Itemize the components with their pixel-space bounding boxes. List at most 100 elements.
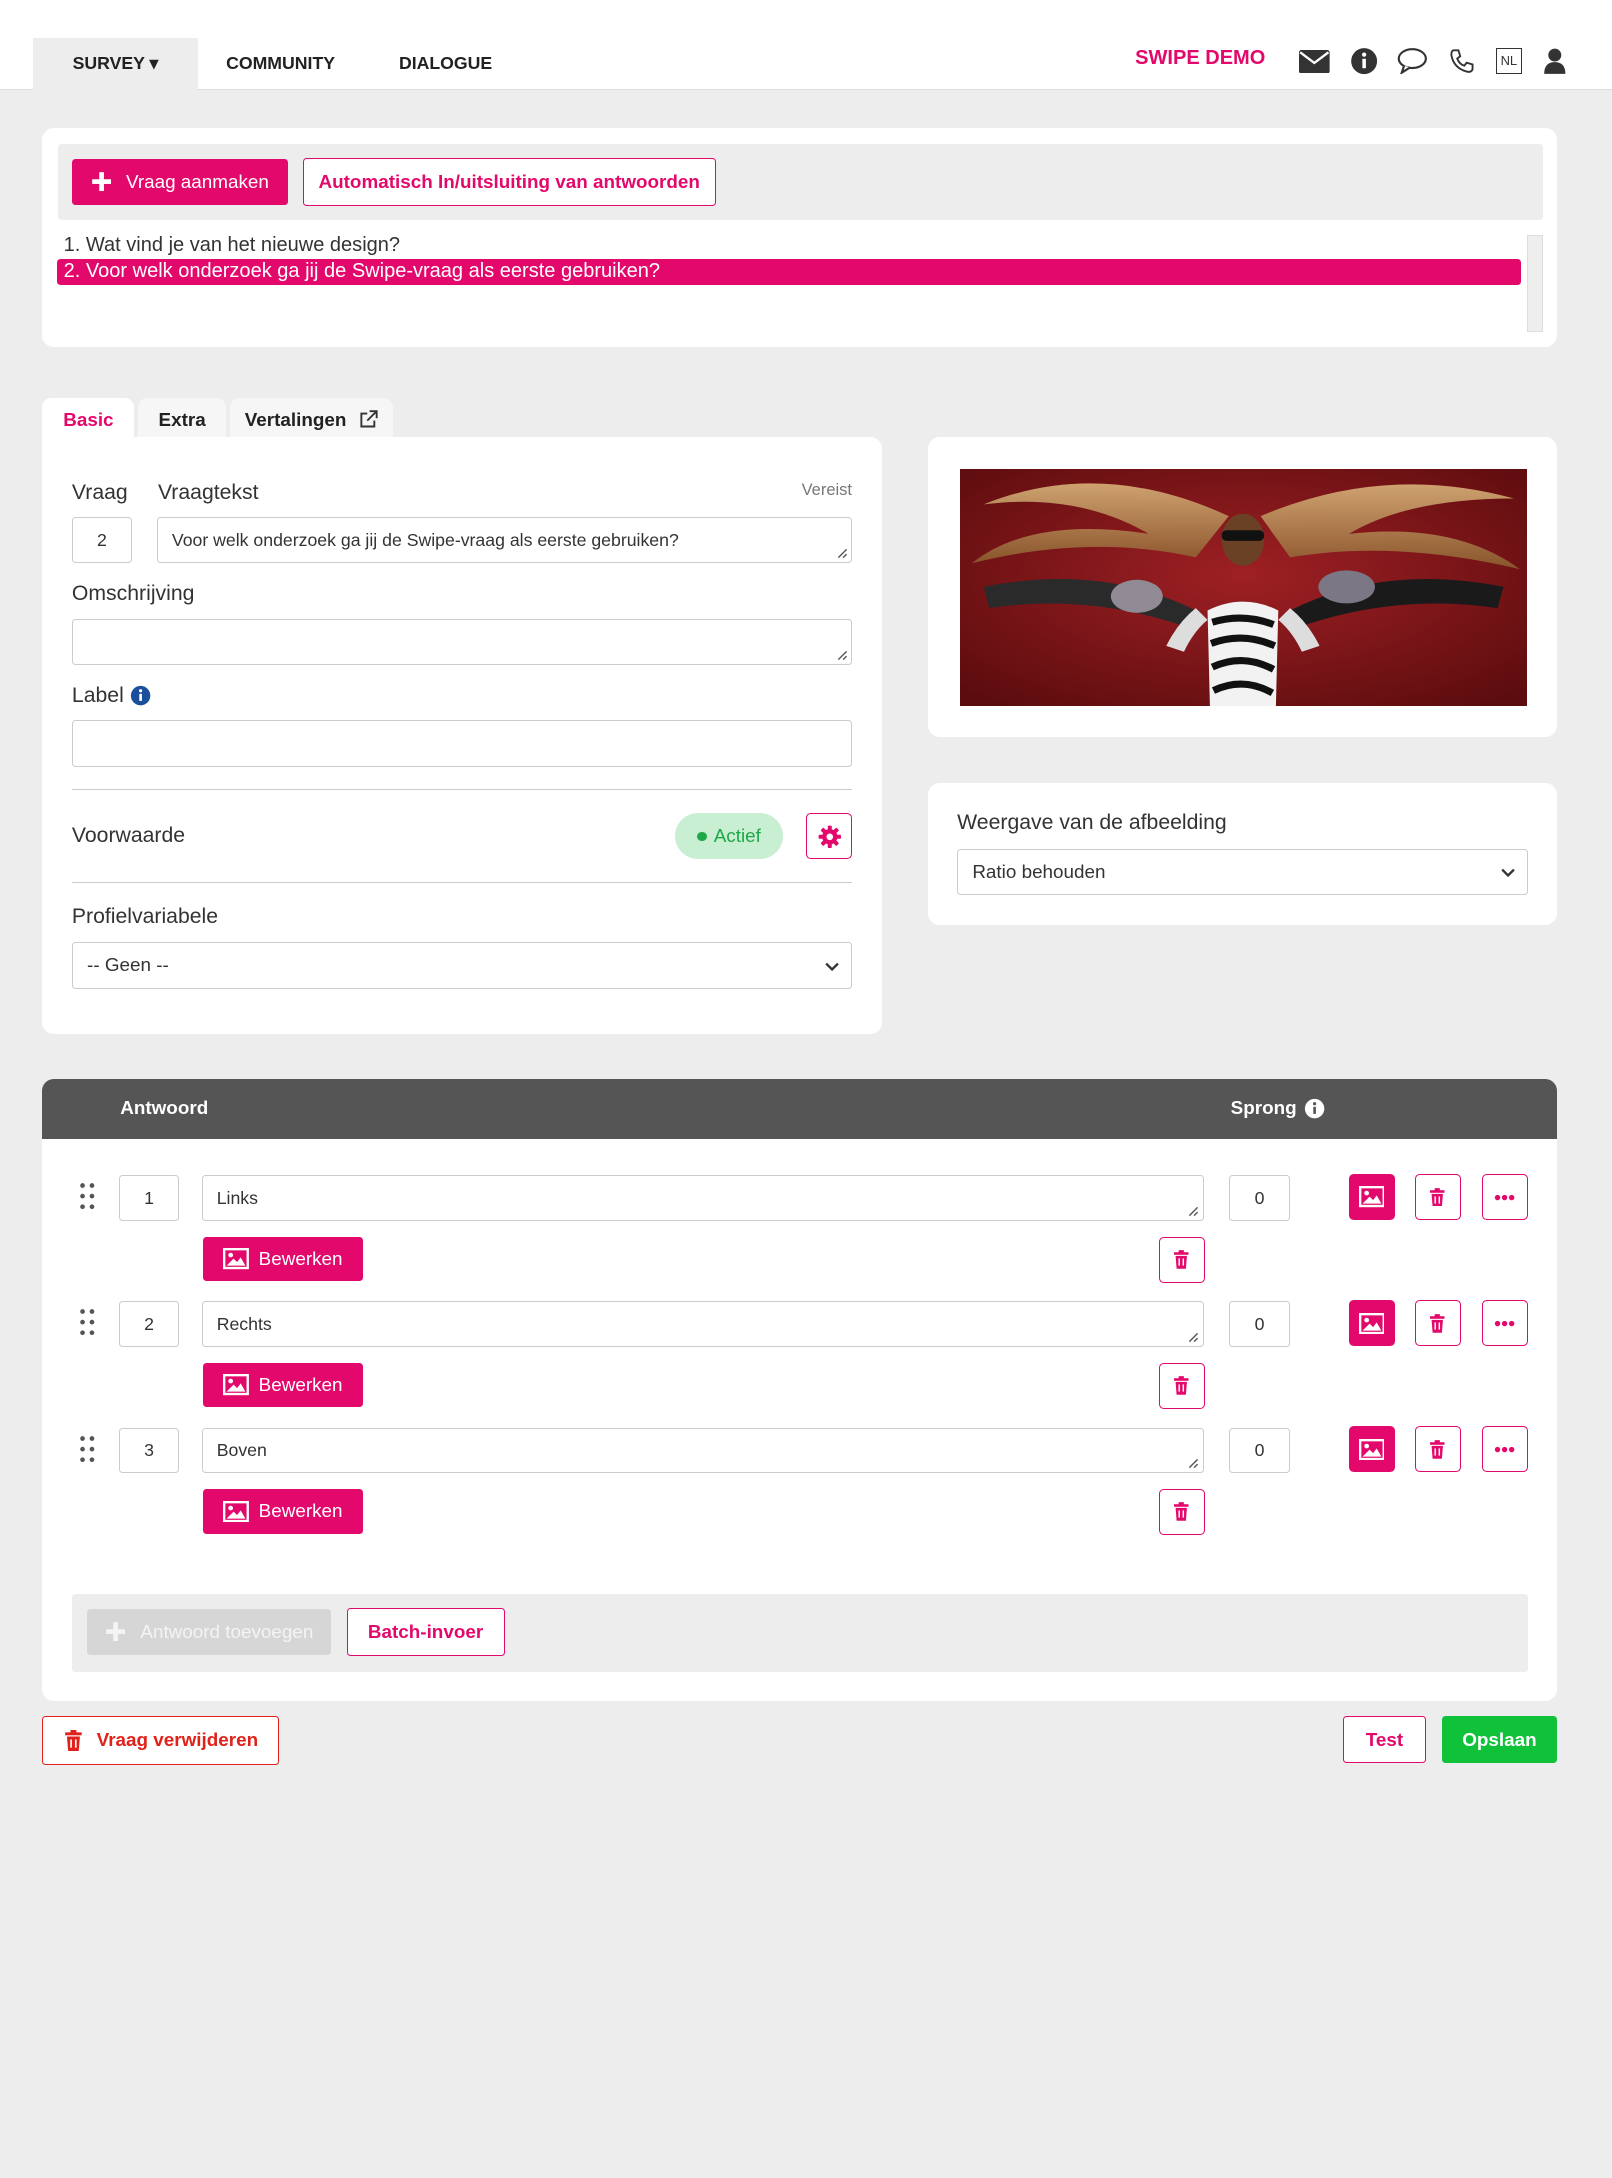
jump-column-text: Sprong: [1230, 1097, 1297, 1119]
trash-icon: [1430, 1440, 1445, 1459]
image-icon: [223, 1248, 250, 1270]
question-number-input[interactable]: 2: [71, 517, 133, 564]
chat-icon[interactable]: [1396, 45, 1429, 78]
vraag-label: Vraag: [71, 480, 128, 504]
phone-icon[interactable]: [1445, 45, 1478, 78]
batch-input-button[interactable]: Batch-invoer: [346, 1607, 505, 1657]
resize-handle-icon[interactable]: [1187, 1331, 1199, 1343]
ellipsis-icon: [1494, 1320, 1515, 1326]
answers-table-header: Antwoord Sprong: [42, 1078, 1558, 1139]
add-answer-button[interactable]: Antwoord toevoegen: [87, 1609, 332, 1656]
divider: [71, 788, 853, 790]
save-button[interactable]: Opslaan: [1441, 1716, 1558, 1764]
answer-text-input[interactable]: Rechts: [201, 1301, 1204, 1348]
resize-handle-icon[interactable]: [836, 649, 848, 661]
answer-image-edit-label: Bewerken: [258, 1500, 343, 1522]
profile-variable-select[interactable]: -- Geen --: [71, 941, 853, 989]
answer-image-edit-button[interactable]: Bewerken: [202, 1236, 364, 1282]
delete-question-button[interactable]: Vraag verwijderen: [42, 1716, 280, 1765]
label-field-label: Label: [72, 684, 151, 708]
language-icon[interactable]: NL: [1492, 45, 1525, 78]
answer-image-delete-button[interactable]: [1158, 1362, 1205, 1409]
condition-status-text: Actief: [713, 825, 761, 847]
image-display-select[interactable]: Ratio behouden: [957, 848, 1528, 895]
answer-text-value: Rechts: [216, 1313, 272, 1334]
drag-handle-icon[interactable]: [79, 1308, 96, 1336]
delete-question-label: Vraag verwijderen: [96, 1729, 259, 1751]
question-list-item-2-selected[interactable]: 2. Voor welk onderzoek ga jij de Swipe-v…: [56, 259, 1521, 286]
profile-variable-value: -- Geen --: [87, 954, 169, 976]
answer-number-input[interactable]: 3: [119, 1427, 180, 1474]
user-icon[interactable]: [1538, 45, 1571, 78]
trash-icon: [1174, 1250, 1189, 1269]
answer-image-edit-button[interactable]: Bewerken: [202, 1362, 364, 1408]
jump-column-header: Sprong: [1231, 1097, 1325, 1119]
answer-jump-input[interactable]: 0: [1229, 1175, 1290, 1222]
answer-text-input[interactable]: Links: [201, 1175, 1204, 1222]
add-answer-label: Antwoord toevoegen: [140, 1621, 314, 1643]
answer-image-button[interactable]: [1348, 1300, 1395, 1347]
answer-jump-input[interactable]: 0: [1229, 1427, 1290, 1474]
brand-title: SWIPE DEMO: [1135, 47, 1266, 70]
answer-delete-button[interactable]: [1414, 1426, 1461, 1473]
answer-more-button[interactable]: [1481, 1300, 1528, 1347]
answer-image-edit-label: Bewerken: [258, 1374, 343, 1396]
answer-image-button[interactable]: [1348, 1426, 1395, 1473]
condition-settings-button[interactable]: [806, 813, 853, 860]
info-icon[interactable]: [130, 685, 151, 706]
question-list-item-1[interactable]: 1. Wat vind je van het nieuwe design?: [57, 233, 1521, 259]
plus-icon: [91, 172, 111, 192]
description-input[interactable]: [71, 618, 853, 665]
chevron-down-icon: [825, 962, 840, 971]
auto-inclusion-button[interactable]: Automatisch In/uitsluiting van antwoorde…: [302, 157, 716, 207]
answer-image-delete-button[interactable]: [1158, 1488, 1205, 1535]
create-question-label: Vraag aanmaken: [125, 171, 269, 193]
test-button[interactable]: Test: [1342, 1716, 1427, 1764]
trash-icon: [1430, 1187, 1445, 1207]
create-question-button[interactable]: Vraag aanmaken: [71, 159, 288, 206]
image-icon: [1358, 1438, 1385, 1460]
nav-tab-dialogue[interactable]: DIALOGUE: [363, 38, 528, 90]
trash-icon: [1430, 1313, 1445, 1333]
envelope-icon[interactable]: [1298, 45, 1331, 78]
resize-handle-icon[interactable]: [836, 547, 848, 559]
gear-icon: [818, 825, 841, 848]
answer-image-button[interactable]: [1348, 1174, 1395, 1221]
image-icon: [223, 1500, 250, 1522]
answer-image-delete-button[interactable]: [1158, 1236, 1205, 1283]
drag-handle-icon[interactable]: [79, 1182, 96, 1210]
answer-text-value: Links: [216, 1187, 258, 1208]
answer-image-edit-button[interactable]: Bewerken: [202, 1488, 364, 1534]
answer-delete-button[interactable]: [1414, 1300, 1461, 1347]
trash-icon: [1174, 1502, 1189, 1522]
label-input[interactable]: [71, 720, 853, 768]
status-dot-icon: [697, 831, 707, 842]
answer-number-input[interactable]: 2: [119, 1301, 180, 1348]
drag-handle-icon[interactable]: [79, 1435, 96, 1463]
question-text-input[interactable]: Voor welk onderzoek ga jij de Swipe-vraa…: [156, 517, 853, 564]
answer-jump-input[interactable]: 0: [1229, 1301, 1290, 1348]
nav-tab-survey[interactable]: SURVEY ▾: [33, 37, 199, 90]
answer-column-header: Antwoord: [120, 1097, 209, 1119]
info-icon[interactable]: [1347, 45, 1380, 78]
answer-more-button[interactable]: [1481, 1426, 1528, 1473]
nav-tab-community[interactable]: COMMUNITY: [198, 38, 363, 90]
resize-handle-icon[interactable]: [1187, 1205, 1199, 1217]
answer-actions-bar: Antwoord toevoegen Batch-invoer: [71, 1593, 1528, 1672]
question-list-scrollbar[interactable]: [1526, 234, 1544, 333]
trash-icon: [64, 1729, 82, 1752]
resize-handle-icon[interactable]: [1187, 1457, 1199, 1469]
answer-delete-button[interactable]: [1414, 1174, 1461, 1221]
label-field-text: Label: [71, 683, 124, 707]
answer-image-edit-label: Bewerken: [258, 1247, 343, 1269]
answer-text-input[interactable]: Boven: [201, 1427, 1204, 1474]
chevron-down-icon: [1501, 868, 1515, 877]
external-link-icon: [360, 410, 378, 428]
info-icon[interactable]: [1304, 1098, 1325, 1119]
ellipsis-icon: [1494, 1194, 1515, 1200]
answer-more-button[interactable]: [1481, 1174, 1528, 1221]
question-image[interactable]: [959, 469, 1527, 707]
condition-status-badge: Actief: [675, 813, 783, 860]
answer-number-input[interactable]: 1: [119, 1175, 180, 1222]
image-icon: [1358, 1312, 1385, 1334]
